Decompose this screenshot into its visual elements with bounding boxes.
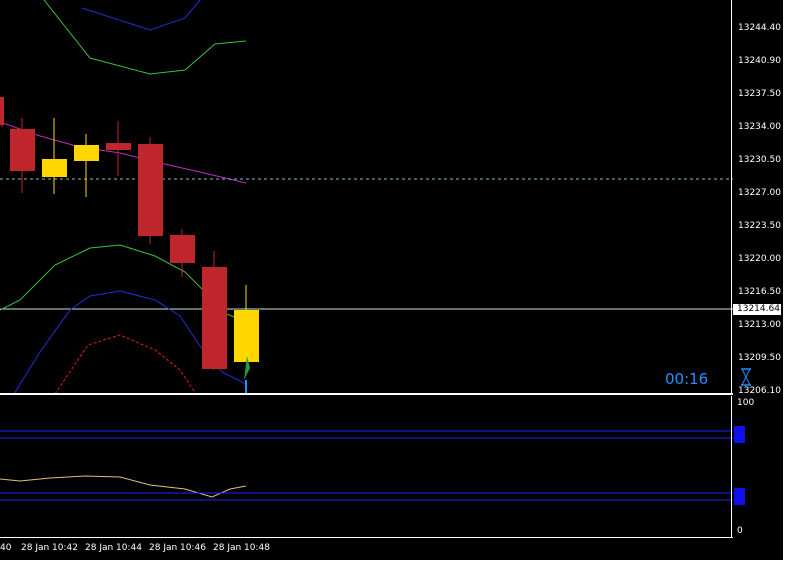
time-tick: 28 Jan 10:46	[149, 543, 206, 553]
candle	[74, 134, 99, 197]
candle	[106, 121, 131, 176]
lower-level-handle[interactable]	[734, 488, 745, 505]
panel-divider	[0, 393, 733, 395]
price-tick: 13227.00	[738, 188, 781, 198]
price-tick: 13216.50	[738, 287, 781, 297]
hourglass-icon	[741, 368, 751, 386]
indicator-panel[interactable]	[0, 396, 733, 537]
time-axis-line	[0, 537, 733, 538]
price-tick: 13234.00	[738, 122, 781, 132]
time-axis: 40 28 Jan 10:42 28 Jan 10:44 28 Jan 10:4…	[0, 537, 783, 560]
chart-window[interactable]: 13244.40 13240.90 13237.50 13234.00 1323…	[0, 0, 783, 560]
upper-green-band	[43, 0, 247, 75]
time-tick: 28 Jan 10:48	[213, 543, 270, 553]
upper-blue-band	[81, 0, 201, 31]
candle	[42, 118, 67, 194]
candle	[138, 137, 163, 244]
candle	[234, 285, 259, 362]
candle	[0, 97, 4, 127]
candle	[170, 229, 195, 277]
price-tick: 13213.00	[738, 320, 781, 330]
candle	[202, 251, 227, 370]
bar-timer: 00:16	[665, 370, 709, 388]
price-tick: 13244.40	[738, 23, 781, 33]
price-tick: 13220.00	[738, 254, 781, 264]
indicator-min-label: 0	[737, 526, 743, 536]
price-panel[interactable]	[0, 0, 733, 394]
time-tick: 28 Jan 10:44	[85, 543, 142, 553]
price-tick: 13230.50	[738, 155, 781, 165]
time-tick: 40	[0, 543, 12, 553]
price-tick: 13240.90	[738, 56, 781, 66]
oscillator-line	[0, 475, 247, 498]
price-tick: 13206.10	[738, 386, 781, 396]
moving-average-line	[0, 121, 247, 184]
price-tick: 13209.50	[738, 353, 781, 363]
candle	[10, 118, 35, 193]
price-tick: 13237.50	[738, 89, 781, 99]
upper-level-handle[interactable]	[734, 426, 745, 443]
time-tick: 28 Jan 10:42	[21, 543, 78, 553]
lower-red-band	[54, 334, 197, 394]
indicator-max-label: 100	[737, 398, 755, 408]
price-tick: 13223.50	[738, 221, 781, 231]
current-price-label: 13214.64	[733, 304, 781, 315]
